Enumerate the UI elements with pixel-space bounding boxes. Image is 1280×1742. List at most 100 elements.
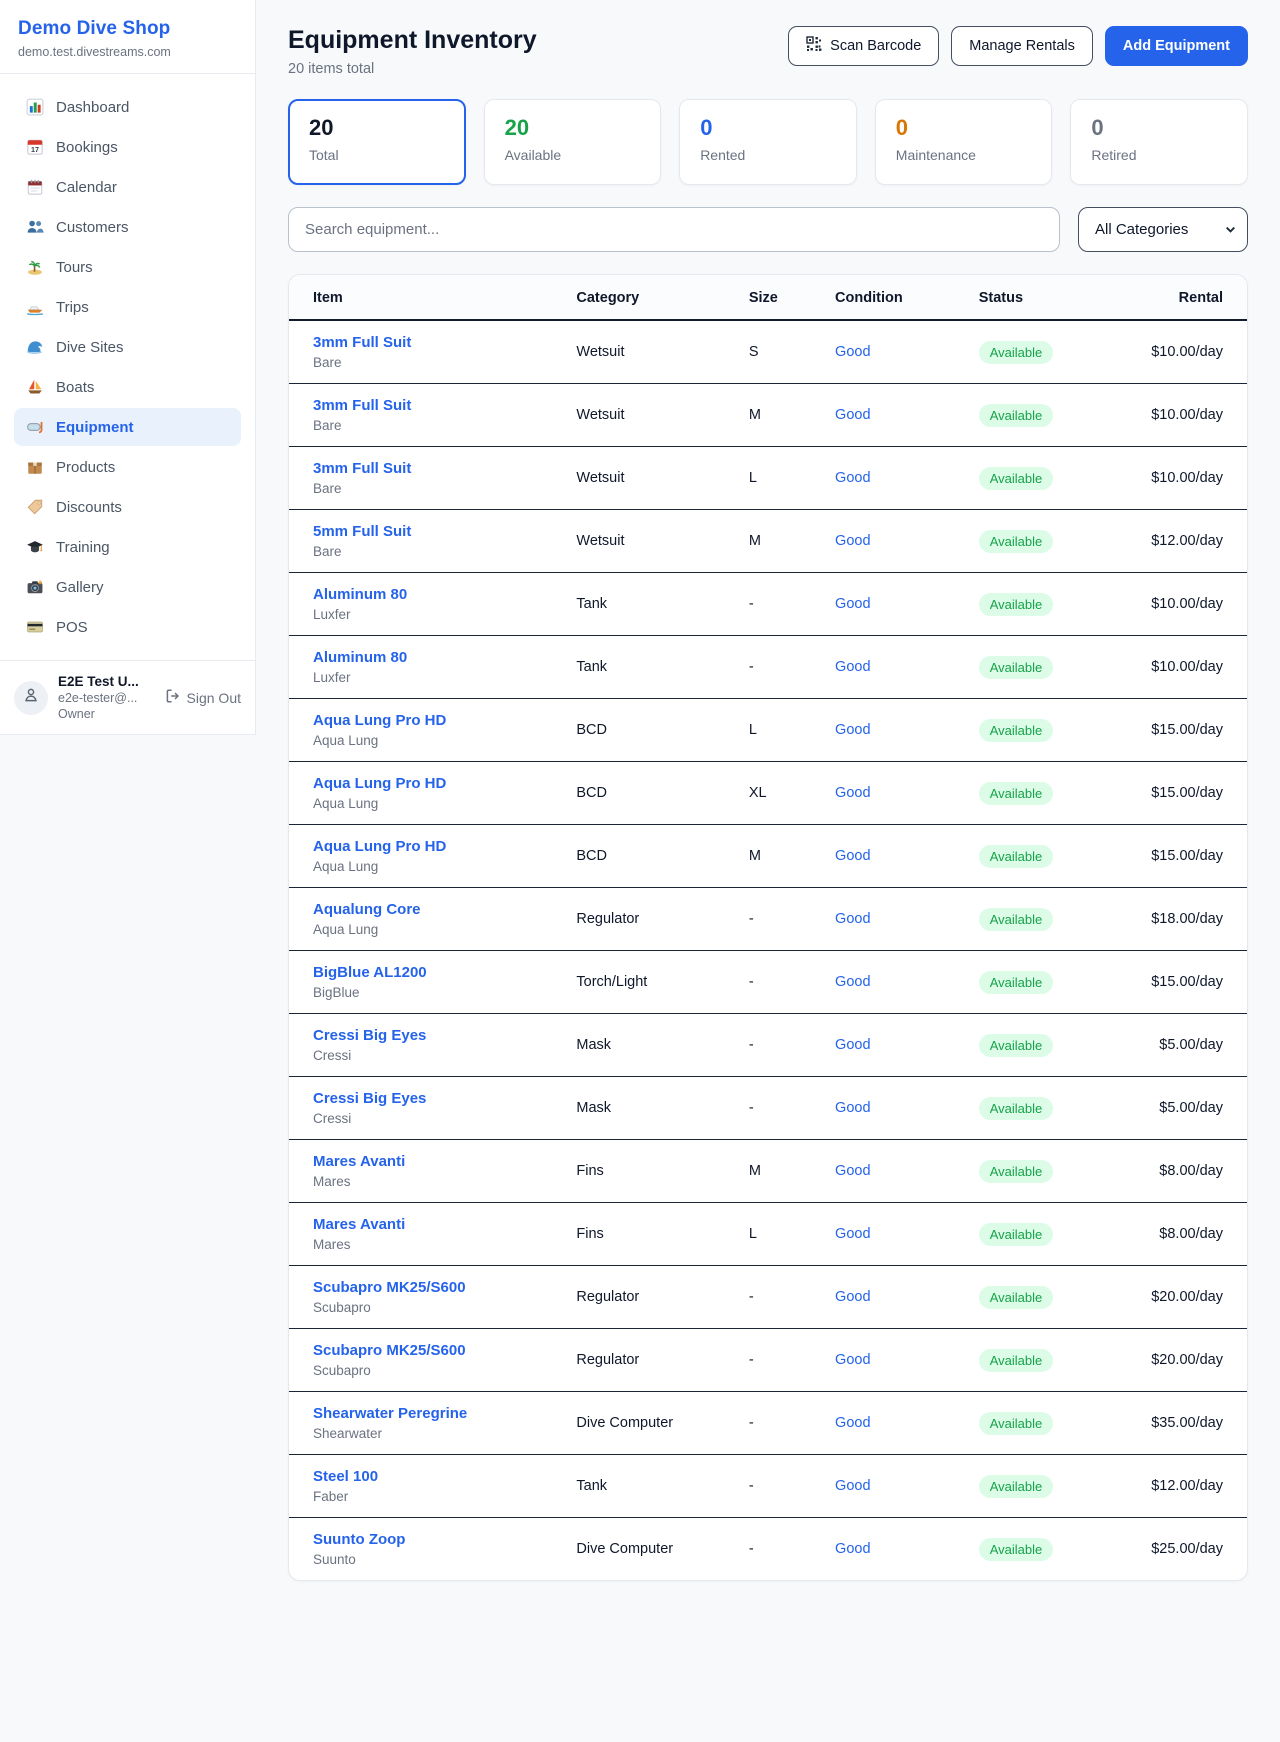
item-size: - xyxy=(749,1329,835,1392)
item-link[interactable]: Mares Avanti xyxy=(313,1153,405,1170)
item-link[interactable]: Shearwater Peregrine xyxy=(313,1405,467,1422)
equipment-table-card: ItemCategorySizeConditionStatusRental 3m… xyxy=(288,274,1248,1581)
item-condition-link[interactable]: Good xyxy=(835,1541,870,1557)
sidebar-item-tours[interactable]: Tours xyxy=(14,248,241,286)
item-condition-link[interactable]: Good xyxy=(835,1163,870,1179)
item-link[interactable]: Aqualung Core xyxy=(313,901,421,918)
item-rental: $5.00/day xyxy=(1132,1077,1247,1140)
item-condition-link[interactable]: Good xyxy=(835,1037,870,1053)
status-badge: Available xyxy=(979,908,1054,931)
item-brand: Shearwater xyxy=(313,1426,576,1441)
sidebar-item-pos[interactable]: POS xyxy=(14,608,241,646)
item-condition-link[interactable]: Good xyxy=(835,785,870,801)
search-input[interactable] xyxy=(288,207,1060,252)
stat-card-available[interactable]: 20 Available xyxy=(484,99,662,185)
avatar xyxy=(14,681,48,715)
item-link[interactable]: Suunto Zoop xyxy=(313,1531,405,1548)
item-condition-link[interactable]: Good xyxy=(835,407,870,423)
sidebar-item-discounts[interactable]: Discounts xyxy=(14,488,241,526)
category-select[interactable]: All Categories xyxy=(1078,207,1248,252)
item-link[interactable]: 5mm Full Suit xyxy=(313,523,411,540)
item-brand: Bare xyxy=(313,418,576,433)
item-category: Torch/Light xyxy=(576,951,748,1014)
brand-title[interactable]: Demo Dive Shop xyxy=(18,18,237,40)
item-link[interactable]: 3mm Full Suit xyxy=(313,397,411,414)
page-subtitle: 20 items total xyxy=(288,61,537,77)
sidebar-item-equipment[interactable]: Equipment xyxy=(14,408,241,446)
item-link[interactable]: 3mm Full Suit xyxy=(313,460,411,477)
stat-card-maintenance[interactable]: 0 Maintenance xyxy=(875,99,1053,185)
sidebar-item-customers[interactable]: Customers xyxy=(14,208,241,246)
item-link[interactable]: Aqua Lung Pro HD xyxy=(313,838,446,855)
item-size: L xyxy=(749,699,835,762)
item-size: - xyxy=(749,888,835,951)
tear-calendar-icon: 17 xyxy=(26,138,44,156)
item-link[interactable]: Cressi Big Eyes xyxy=(313,1027,426,1044)
scan-barcode-button[interactable]: Scan Barcode xyxy=(788,26,939,66)
column-header-condition: Condition xyxy=(835,275,979,320)
item-condition-link[interactable]: Good xyxy=(835,974,870,990)
user-email: e2e-tester@... xyxy=(58,691,155,705)
stat-card-rented[interactable]: 0 Rented xyxy=(679,99,857,185)
sidebar-item-boats[interactable]: Boats xyxy=(14,368,241,406)
item-brand: BigBlue xyxy=(313,985,576,1000)
sidebar-item-label: Discounts xyxy=(56,499,122,516)
item-condition-link[interactable]: Good xyxy=(835,596,870,612)
item-condition-link[interactable]: Good xyxy=(835,911,870,927)
item-link[interactable]: Aqua Lung Pro HD xyxy=(313,775,446,792)
manage-rentals-button[interactable]: Manage Rentals xyxy=(951,26,1093,66)
item-link[interactable]: Cressi Big Eyes xyxy=(313,1090,426,1107)
item-condition-link[interactable]: Good xyxy=(835,1415,870,1431)
item-link[interactable]: Scubapro MK25/S600 xyxy=(313,1342,466,1359)
table-row: Aqualung Core Aqua Lung Regulator - Good… xyxy=(289,888,1247,951)
item-brand: Scubapro xyxy=(313,1300,576,1315)
item-link[interactable]: Aluminum 80 xyxy=(313,649,407,666)
sidebar-item-trips[interactable]: Trips xyxy=(14,288,241,326)
item-condition-link[interactable]: Good xyxy=(835,848,870,864)
item-brand: Luxfer xyxy=(313,607,576,622)
item-rental: $8.00/day xyxy=(1132,1140,1247,1203)
add-equipment-button[interactable]: Add Equipment xyxy=(1105,26,1248,66)
item-link[interactable]: Scubapro MK25/S600 xyxy=(313,1279,466,1296)
sidebar-item-dive-sites[interactable]: Dive Sites xyxy=(14,328,241,366)
stat-card-retired[interactable]: 0 Retired xyxy=(1070,99,1248,185)
status-badge: Available xyxy=(979,1475,1054,1498)
sidebar-item-dashboard[interactable]: Dashboard xyxy=(14,88,241,126)
item-condition-link[interactable]: Good xyxy=(835,1289,870,1305)
column-header-item: Item xyxy=(289,275,576,320)
sidebar-item-calendar[interactable]: Calendar xyxy=(14,168,241,206)
stat-card-total[interactable]: 20 Total xyxy=(288,99,466,185)
item-condition-link[interactable]: Good xyxy=(835,344,870,360)
stat-label: Maintenance xyxy=(896,147,1032,163)
item-brand: Bare xyxy=(313,355,576,370)
item-link[interactable]: Steel 100 xyxy=(313,1468,378,1485)
item-condition-link[interactable]: Good xyxy=(835,1226,870,1242)
item-link[interactable]: 3mm Full Suit xyxy=(313,334,411,351)
item-rental: $10.00/day xyxy=(1132,384,1247,447)
stat-value: 0 xyxy=(1091,115,1227,141)
sidebar-item-training[interactable]: Training xyxy=(14,528,241,566)
item-condition-link[interactable]: Good xyxy=(835,533,870,549)
item-link[interactable]: Aqua Lung Pro HD xyxy=(313,712,446,729)
dive-mask-icon xyxy=(26,418,44,436)
item-condition-link[interactable]: Good xyxy=(835,722,870,738)
item-link[interactable]: Aluminum 80 xyxy=(313,586,407,603)
item-condition-link[interactable]: Good xyxy=(835,659,870,675)
bar-chart-icon xyxy=(26,98,44,116)
sidebar-item-gallery[interactable]: Gallery xyxy=(14,568,241,606)
item-link[interactable]: Mares Avanti xyxy=(313,1216,405,1233)
item-condition-link[interactable]: Good xyxy=(835,1352,870,1368)
table-row: Scubapro MK25/S600 Scubapro Regulator - … xyxy=(289,1266,1247,1329)
item-brand: Bare xyxy=(313,481,576,496)
item-condition-link[interactable]: Good xyxy=(835,1100,870,1116)
camera-icon xyxy=(26,578,44,596)
item-brand: Cressi xyxy=(313,1048,576,1063)
item-link[interactable]: BigBlue AL1200 xyxy=(313,964,427,981)
sidebar-item-bookings[interactable]: 17 Bookings xyxy=(14,128,241,166)
item-condition-link[interactable]: Good xyxy=(835,470,870,486)
sidebar-item-products[interactable]: Products xyxy=(14,448,241,486)
item-brand: Bare xyxy=(313,544,576,559)
sign-out-button[interactable]: Sign Out xyxy=(165,688,241,707)
column-header-size: Size xyxy=(749,275,835,320)
item-condition-link[interactable]: Good xyxy=(835,1478,870,1494)
